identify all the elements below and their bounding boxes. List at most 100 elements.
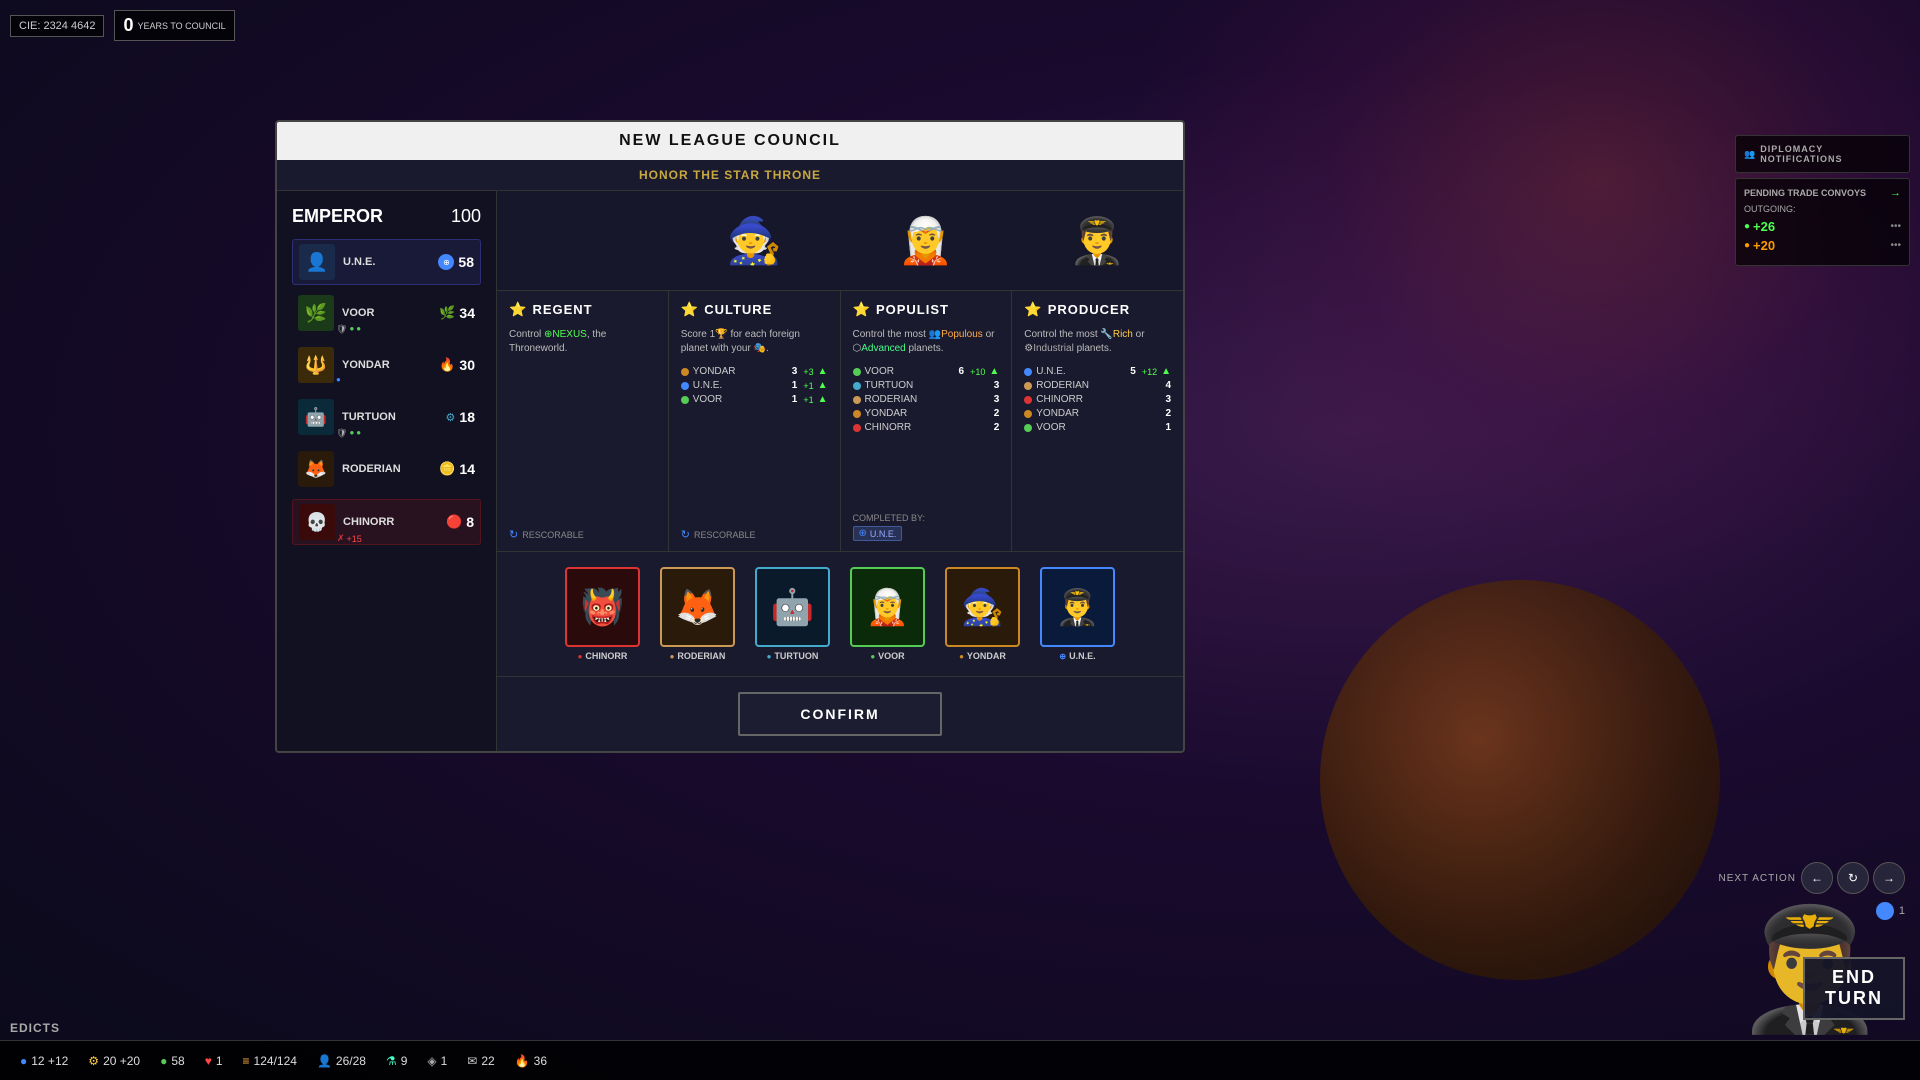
populist-name: POPULIST: [876, 302, 949, 317]
action-btn-next[interactable]: →: [1873, 862, 1905, 894]
turtuon-icons: 🛡 ● ●: [336, 428, 361, 439]
voor-portrait-icon: 🧝: [850, 567, 925, 647]
production-icon: ⚙: [88, 1054, 99, 1068]
faction-avatar-roderian: 🦊: [298, 451, 334, 487]
action-btn-refresh[interactable]: ↻: [1837, 862, 1869, 894]
faction-icon-roderian[interactable]: 🦊 ● RODERIAN: [660, 567, 735, 661]
regent-portrait-cell: [497, 191, 669, 290]
resource-energy: ● 58: [160, 1054, 185, 1068]
rod-dot-pr: [1024, 382, 1032, 390]
action-counter-icon: [1876, 902, 1894, 920]
trade-val-2: +20: [1753, 238, 1775, 253]
trade-card: PENDING TRADE CONVOYS → OUTGOING: ● +26 …: [1735, 178, 1910, 266]
yondar-dot: [681, 368, 689, 376]
manpower-val: 26/28: [336, 1054, 366, 1068]
faction-icons-row: 👹 ● CHINORR 🦊 ● RODERIAN: [497, 552, 1183, 677]
producer-portrait-cell: 👨‍✈️: [1012, 191, 1184, 290]
action-counter-num: 1: [1899, 905, 1905, 917]
resource-food: ≡ 124/124: [243, 1054, 297, 1068]
resource-fire: 🔥 36: [515, 1054, 547, 1068]
chinorr-portrait-icon: 👹: [565, 567, 640, 647]
une-icon: ⊕: [438, 254, 454, 270]
culture-card: ⭐ CULTURE Score 1🏆 for each foreign plan…: [669, 291, 841, 551]
trade-menu-2[interactable]: •••: [1890, 240, 1901, 251]
trade-menu-1[interactable]: •••: [1890, 221, 1901, 232]
voor-dot-pr: [1024, 424, 1032, 432]
resource-production: ⚙ 20 +20: [88, 1054, 140, 1068]
action-counter-row: 1: [1876, 902, 1905, 920]
populist-portrait-cell: 🧝: [840, 191, 1012, 290]
faction-icon-chinorr[interactable]: 👹 ● CHINORR: [565, 567, 640, 661]
influence-icon: ●: [20, 1054, 27, 1068]
next-action-row: NEXT ACTION ← ↻ →: [1719, 862, 1906, 894]
faction-row-yondar: 🔱 YONDAR 🔥 30 ●: [292, 343, 481, 387]
top-bar: CIE: 2324 4642 0 YEARS TO COUNCIL: [10, 10, 235, 41]
faction-name-roderian: RODERIAN: [342, 463, 439, 475]
roles-area: 🧙 🧝 👨‍✈️ ⭐ REGENT Contr: [497, 191, 1183, 751]
trade-label: PENDING TRADE CONVOYS: [1744, 188, 1866, 198]
trade-header: PENDING TRADE CONVOYS →: [1744, 187, 1901, 199]
resource-messages: ✉ 22: [467, 1054, 494, 1068]
rod-icon: 🪙: [439, 461, 455, 477]
action-btn-prev[interactable]: ←: [1801, 862, 1833, 894]
populist-score-turtuon: TURTUON 3: [853, 380, 1000, 391]
culture-portrait-cell: 🧙: [669, 191, 841, 290]
faction-avatar-une: 👤: [299, 244, 335, 280]
voor-score: 34: [459, 305, 475, 321]
faction-icon-voor[interactable]: 🧝 ● VOOR: [850, 567, 925, 661]
food-val: 124/124: [254, 1054, 297, 1068]
populist-score-voor: VOOR 6 +10 ▲: [853, 366, 1000, 377]
fire-val: 36: [534, 1054, 547, 1068]
resource-influence: ● 12 +12: [20, 1054, 68, 1068]
voor-leaf: 🌿: [439, 305, 455, 321]
populist-desc: Control the most 👥Populous or ⬡Advanced …: [853, 328, 1000, 356]
faction-icon-yondar[interactable]: 🧙 ● YONDAR: [945, 567, 1020, 661]
regent-desc: Control ⊕NEXUS, the Throneworld.: [509, 328, 656, 356]
end-turn-button[interactable]: ENDTURN: [1803, 957, 1905, 1020]
cie-value: CIE: 2324 4642: [19, 20, 95, 32]
producer-name: PRODUCER: [1048, 302, 1130, 317]
modal: NEW LEAGUE COUNCIL HONOR THE STAR THRONE…: [275, 120, 1185, 753]
populist-star-icon: ⭐: [853, 301, 870, 318]
faction-icon-une[interactable]: 👨‍✈️ ⊕ U.N.E.: [1040, 567, 1115, 661]
turns-number: 0: [123, 15, 133, 36]
cie-badge: CIE: 2324 4642: [10, 15, 104, 37]
resource-research: ⚗ 9: [386, 1054, 407, 1068]
yondar-dot-pr: [1024, 410, 1032, 418]
pop-val: 1: [216, 1054, 223, 1068]
end-turn-area: ENDTURN: [1803, 957, 1905, 1020]
bottom-bar: ● 12 +12 ⚙ 20 +20 ● 58 ♥ 1 ≡ 124/124 👤 2…: [0, 1040, 1920, 1080]
resource-manpower: 👤 26/28: [317, 1054, 366, 1068]
regent-star-icon: ⭐: [509, 301, 526, 318]
producer-header: ⭐ PRODUCER: [1024, 301, 1171, 318]
populist-score-chinorr: CHINORR 2: [853, 422, 1000, 433]
faction-avatar-voor: 🌿: [298, 295, 334, 331]
producer-score-yondar: YONDAR 2: [1024, 408, 1171, 419]
culture-portrait: 🧙: [719, 196, 789, 286]
populist-header: ⭐ POPULIST: [853, 301, 1000, 318]
faction-icon-turtuon[interactable]: 🤖 ● TURTUON: [755, 567, 830, 661]
faction-name-turtuon: TURTUON: [342, 411, 446, 423]
culture-rescorable: ↻ RESCORABLE: [681, 528, 828, 541]
culture-header: ⭐ CULTURE: [681, 301, 828, 318]
trade-arrow: →: [1890, 187, 1901, 199]
turns-label: YEARS TO COUNCIL: [137, 21, 225, 31]
une-portrait-icon: 👨‍✈️: [1040, 567, 1115, 647]
producer-desc: Control the most 🔧Rich or ⚙Industrial pl…: [1024, 328, 1171, 356]
yondar-score: 30: [459, 357, 475, 373]
faction-name-chinorr: CHINORR: [343, 516, 446, 528]
chinorr-dot-p: [853, 424, 861, 432]
research-val: 9: [401, 1054, 408, 1068]
faction-avatar-yondar: 🔱: [298, 347, 334, 383]
trade-row-1: ● +26 •••: [1744, 219, 1901, 234]
culture-score-une: U.N.E. 1 +1 ▲: [681, 380, 828, 391]
special1-val: 1: [441, 1054, 448, 1068]
diplomacy-card: 👥 DIPLOMACY NOTIFICATIONS: [1735, 135, 1910, 173]
confirm-button[interactable]: CONFIRM: [738, 692, 941, 736]
emperor-panel: EMPEROR 100 👤 U.N.E. ⊕ 58 🌿 VOOR 🌿 34: [277, 191, 497, 751]
regent-rescorable: ↻ RESCORABLE: [509, 528, 656, 541]
production-val: 20 +20: [103, 1054, 140, 1068]
une-score: 58: [458, 254, 474, 270]
food-icon: ≡: [243, 1054, 250, 1068]
next-action-label: NEXT ACTION: [1719, 873, 1797, 884]
